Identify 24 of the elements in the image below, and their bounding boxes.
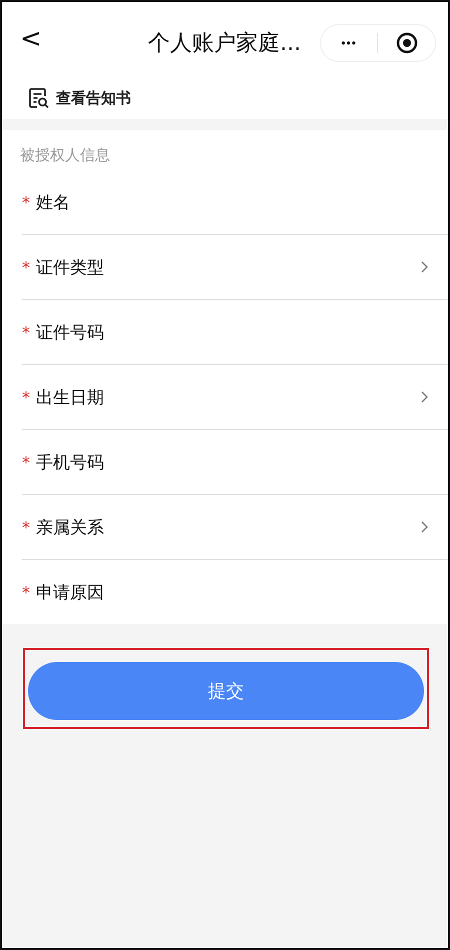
required-mark: * xyxy=(22,388,30,406)
close-target-icon[interactable] xyxy=(396,32,418,54)
field-label: 证件类型 xyxy=(36,256,104,278)
field-label: 证件号码 xyxy=(36,322,104,344)
chevron-right-icon[interactable] xyxy=(421,521,428,533)
more-button[interactable]: ••• xyxy=(321,36,377,50)
section-title: 被授权人信息 xyxy=(19,145,111,166)
required-mark: * xyxy=(22,192,30,212)
back-button[interactable]: < xyxy=(20,24,42,54)
field-label: 出生日期 xyxy=(36,386,104,408)
required-mark: * xyxy=(22,258,30,276)
field-label: 手机号码 xyxy=(36,452,104,474)
field-label: 姓名 xyxy=(36,192,70,214)
chevron-right-icon[interactable] xyxy=(421,391,428,403)
view-notice-link[interactable]: 查看告知书 xyxy=(56,88,131,108)
required-mark: * xyxy=(22,452,30,472)
page-title: 个人账户家庭... xyxy=(148,30,301,58)
required-mark: * xyxy=(22,582,30,602)
document-search-icon xyxy=(28,87,50,109)
required-mark: * xyxy=(22,518,30,536)
field-label: 亲属关系 xyxy=(36,516,104,538)
required-mark: * xyxy=(22,322,30,342)
chevron-right-icon[interactable] xyxy=(421,261,428,273)
field-label: 申请原因 xyxy=(36,582,104,604)
